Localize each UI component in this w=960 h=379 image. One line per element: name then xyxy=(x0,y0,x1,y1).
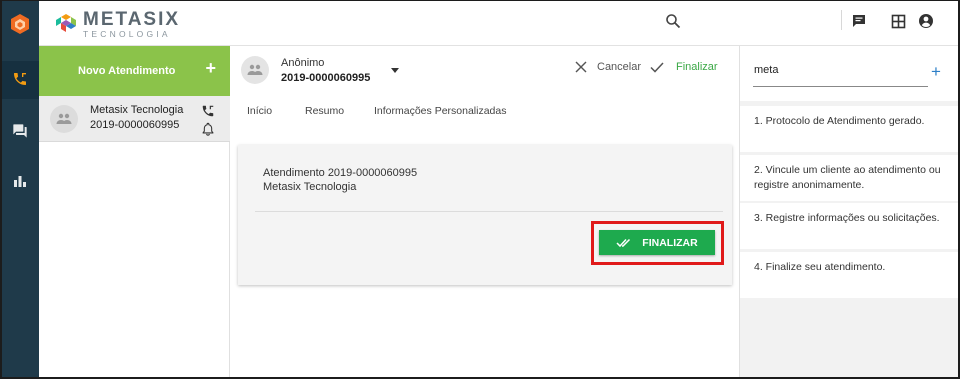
contact-name: Anônimo xyxy=(281,57,325,69)
list-item: 3. Registre informações ou solicitações. xyxy=(740,203,958,249)
finalize-link[interactable]: Finalizar xyxy=(650,61,718,73)
cancel-label: Cancelar xyxy=(597,61,642,73)
list-item[interactable]: Metasix Tecnologia 2019-0000060995 xyxy=(39,96,230,142)
list-item-name: Metasix Tecnologia xyxy=(90,104,184,116)
close-icon xyxy=(575,61,587,73)
nav-calls[interactable] xyxy=(0,61,39,99)
cancel-button[interactable]: Cancelar xyxy=(575,61,641,73)
highlight-box: FINALIZAR xyxy=(591,221,724,265)
conversation-list: Novo Atendimento + Metasix Tecnologia 20… xyxy=(39,46,230,379)
card-attendance-line: Atendimento 2019-0000060995 xyxy=(263,167,418,179)
search-icon[interactable] xyxy=(664,12,682,30)
script-panel: meta + 1. Protocolo de Atendimento gerad… xyxy=(740,46,958,379)
double-check-icon xyxy=(616,238,631,247)
avatar xyxy=(50,105,78,133)
list-item: 1. Protocolo de Atendimento gerado. xyxy=(740,106,958,152)
message-icon[interactable] xyxy=(850,12,868,30)
account-icon[interactable] xyxy=(917,12,935,30)
divider xyxy=(255,211,723,212)
tab-informacoes[interactable]: Informações Personalizadas xyxy=(374,105,507,117)
list-item: 2. Vincule um cliente ao atendimento ou … xyxy=(740,155,958,201)
finalize-button-label: FINALIZAR xyxy=(642,236,698,249)
plus-icon[interactable]: + xyxy=(205,59,216,77)
list-item: 4. Finalize seu atendimento. xyxy=(740,252,958,298)
app-logo-icon[interactable] xyxy=(0,0,39,48)
nav-reports[interactable] xyxy=(0,163,39,201)
topbar-divider xyxy=(841,10,842,30)
attendance-header: Anônimo 2019-0000060995 Cancelar Finaliz… xyxy=(230,46,740,94)
tab-inicio[interactable]: Início xyxy=(247,105,272,117)
phone-icon xyxy=(12,71,28,90)
phone-callback-icon xyxy=(202,105,214,117)
chevron-down-icon[interactable] xyxy=(390,65,400,77)
nav-chat[interactable] xyxy=(0,113,39,151)
finalize-label: Finalizar xyxy=(676,61,718,73)
chat-icon xyxy=(12,123,28,142)
metasix-logo-icon xyxy=(56,14,76,33)
bar-chart-icon xyxy=(13,174,27,191)
brand-name: METASIX xyxy=(83,9,181,30)
group-icon xyxy=(56,113,72,124)
check-icon xyxy=(650,61,664,73)
add-icon[interactable]: + xyxy=(931,63,941,80)
tab-resumo[interactable]: Resumo xyxy=(305,105,344,117)
left-rail xyxy=(0,0,39,379)
avatar xyxy=(241,56,269,84)
list-item-protocol: 2019-0000060995 xyxy=(90,119,180,131)
new-attendance-button[interactable]: Novo Atendimento + xyxy=(39,46,230,96)
search-input[interactable]: meta xyxy=(754,64,778,76)
finalize-button[interactable]: FINALIZAR xyxy=(599,230,715,255)
script-search: meta + xyxy=(740,46,958,101)
bell-icon xyxy=(202,122,214,136)
brand-subtitle: TECNOLOGIA xyxy=(83,29,171,39)
new-attendance-label: Novo Atendimento xyxy=(78,65,176,77)
search-underline xyxy=(753,86,928,87)
attendance-protocol: 2019-0000060995 xyxy=(281,72,371,84)
brand-logo: METASIX TECNOLOGIA xyxy=(55,10,180,39)
group-icon xyxy=(247,64,263,75)
top-bar: METASIX TECNOLOGIA xyxy=(39,0,958,46)
grid-icon[interactable] xyxy=(889,12,907,30)
finalize-card: Atendimento 2019-0000060995 Metasix Tecn… xyxy=(238,145,732,285)
attendance-panel: Anônimo 2019-0000060995 Cancelar Finaliz… xyxy=(230,46,740,379)
card-client-line: Metasix Tecnologia xyxy=(263,181,357,193)
